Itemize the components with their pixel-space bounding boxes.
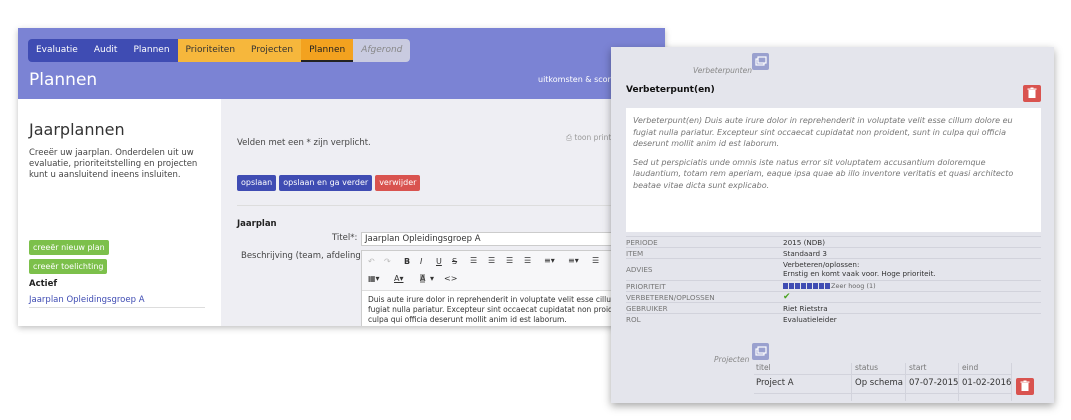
redo-icon[interactable]: ↷ [384, 257, 391, 266]
section-label-projecten: Projecten [714, 355, 750, 364]
underline-icon[interactable]: U [436, 257, 442, 266]
jaarplannen-window: Evaluatie Audit Plannen Prioriteiten Pro… [18, 28, 665, 326]
crumb-afgerond: Afgerond [353, 39, 411, 62]
detail-value: Riet Rietstra [783, 304, 828, 313]
verbeterpunten-card: Verbeterpunten Verbeterpunt(en) Verbeter… [611, 47, 1054, 403]
detail-value: Evaluatieleider [783, 315, 837, 324]
detail-row-verbeteren: VERBETEREN/OPLOSSEN ✔ [626, 291, 1041, 302]
detail-key: ROL [626, 315, 641, 324]
panel-description: Creeër uw jaarplan. Onderdelen uit uw ev… [29, 148, 198, 180]
crumb-prioriteiten[interactable]: Prioriteiten [177, 39, 244, 62]
column-header: status [855, 363, 879, 372]
table-icon[interactable]: ▦▾ [368, 274, 380, 283]
table-divider [851, 363, 852, 401]
screenshot-stage: Evaluatie Audit Plannen Prioriteiten Pro… [0, 0, 1071, 420]
copy-icon[interactable] [752, 343, 769, 360]
save-button[interactable]: opslaan [237, 175, 277, 191]
table-divider [754, 374, 1012, 375]
column-header: eind [962, 363, 979, 372]
numbered-list-icon[interactable]: ≡▾ [568, 256, 579, 265]
check-icon: ✔ [783, 292, 791, 302]
page-title: Plannen [29, 70, 98, 90]
column-header: start [909, 363, 927, 372]
card-title: Verbeterpunt(en) [626, 85, 715, 95]
detail-key: PERIODE [626, 238, 658, 247]
active-plan-link[interactable]: Jaarplan Opleidingsgroep A [29, 295, 145, 305]
crumb-evaluatie[interactable]: Evaluatie [28, 39, 86, 62]
detail-value: 2015 (NDB) [783, 238, 826, 247]
form-buttons: opslaan opslaan en ga verder verwijder [237, 175, 421, 191]
table-cell: 07-07-2015 [909, 378, 959, 388]
active-label: Actief [29, 279, 58, 289]
font-color-icon[interactable]: A▾ [394, 274, 404, 283]
print-link[interactable]: ⎙ toon print [566, 133, 611, 143]
trash-icon[interactable] [1016, 378, 1034, 395]
divider [29, 307, 205, 308]
crumb-projecten[interactable]: Projecten [243, 39, 302, 62]
align-justify-icon[interactable]: ☰ [524, 256, 531, 265]
table-divider [905, 363, 906, 401]
printer-icon: ⎙ [566, 133, 572, 142]
new-explanation-button[interactable]: creeër toelichting [29, 259, 108, 274]
detail-value: Verbeteren/oplossen: Ernstig en komt vaa… [783, 260, 936, 278]
description-label: Beschrijving (team, afdeling): [241, 251, 367, 261]
crumb-plannen-active[interactable]: Plannen [301, 39, 354, 62]
detail-key: ADVIES [626, 265, 653, 274]
section-title: Jaarplan [237, 219, 277, 229]
italic-icon[interactable]: I [420, 257, 422, 266]
detail-key: PRIORITEIT [626, 282, 666, 291]
new-plan-button[interactable]: creeër nieuw plan [29, 240, 109, 255]
indent-icon[interactable]: ☰ [592, 256, 599, 265]
divider [237, 205, 657, 206]
detail-key: GEBRUIKER [626, 304, 668, 313]
top-bar: Evaluatie Audit Plannen Prioriteiten Pro… [18, 28, 665, 99]
column-header: titel [756, 363, 771, 372]
detail-row-prioriteit: PRIORITEIT Zeer hoog (1) [626, 280, 1041, 291]
section-label-verbeterpunten: Verbeterpunten [693, 66, 752, 75]
undo-icon[interactable]: ↶ [368, 257, 375, 266]
bold-icon[interactable]: B [404, 257, 410, 266]
table-cell: Op schema [855, 378, 903, 388]
title-label: Titel*: [332, 233, 358, 243]
chevron-down-icon[interactable]: ▾ [430, 274, 434, 283]
highlight-icon[interactable]: A [420, 274, 426, 283]
detail-row-periode: PERIODE 2015 (NDB) [626, 236, 1041, 247]
save-continue-button[interactable]: opslaan en ga verder [279, 175, 373, 191]
detail-row-gebruiker: GEBRUIKER Riet Rietstra [626, 302, 1041, 313]
delete-button[interactable]: verwijder [375, 175, 421, 191]
main-form-area: Velden met een * zijn verplicht. ⎙ toon … [221, 99, 665, 326]
bullet-list-icon[interactable]: ≡▾ [544, 256, 555, 265]
text-paragraph-1: Verbeterpunt(en) Duis aute irure dolor i… [633, 116, 1013, 148]
table-cell: 01-02-2016 [962, 378, 1012, 388]
align-left-icon[interactable]: ☰ [470, 256, 477, 265]
detail-key: ITEM [626, 249, 644, 258]
crumb-plannen-blue[interactable]: Plannen [125, 39, 178, 62]
trash-icon[interactable] [1023, 85, 1041, 102]
priority-text: Zeer hoog (1) [831, 282, 876, 290]
breadcrumb: Evaluatie Audit Plannen Prioriteiten Pro… [28, 39, 411, 62]
strikethrough-icon[interactable]: S [452, 257, 457, 266]
detail-value: Standaard 3 [783, 249, 827, 258]
priority-bar [783, 283, 830, 289]
table-cell[interactable]: Project A [756, 378, 794, 388]
left-panel: Jaarplannen Creeër uw jaarplan. Onderdel… [18, 99, 221, 326]
detail-row-rol: ROL Evaluatieleider [626, 313, 1041, 324]
panel-title: Jaarplannen [29, 120, 125, 139]
copy-icon[interactable] [752, 53, 769, 70]
detail-row-item: ITEM Standaard 3 [626, 247, 1041, 258]
text-paragraph-2: Sed ut perspiciatis unde omnis iste natu… [633, 157, 1014, 190]
detail-key: VERBETEREN/OPLOSSEN [626, 293, 715, 302]
align-right-icon[interactable]: ☰ [506, 256, 513, 265]
code-icon[interactable]: <> [444, 274, 457, 283]
required-note: Velden met een * zijn verplicht. [237, 138, 371, 148]
align-center-icon[interactable]: ☰ [488, 256, 495, 265]
detail-row-advies: ADVIES Verbeteren/oplossen: Ernstig en k… [626, 258, 1041, 280]
crumb-audit[interactable]: Audit [85, 39, 126, 62]
table-divider [754, 393, 1012, 394]
verbeterpunt-text: Verbeterpunt(en) Duis aute irure dolor i… [626, 108, 1041, 232]
top-right-link[interactable]: uitkomsten & scor [538, 75, 611, 84]
